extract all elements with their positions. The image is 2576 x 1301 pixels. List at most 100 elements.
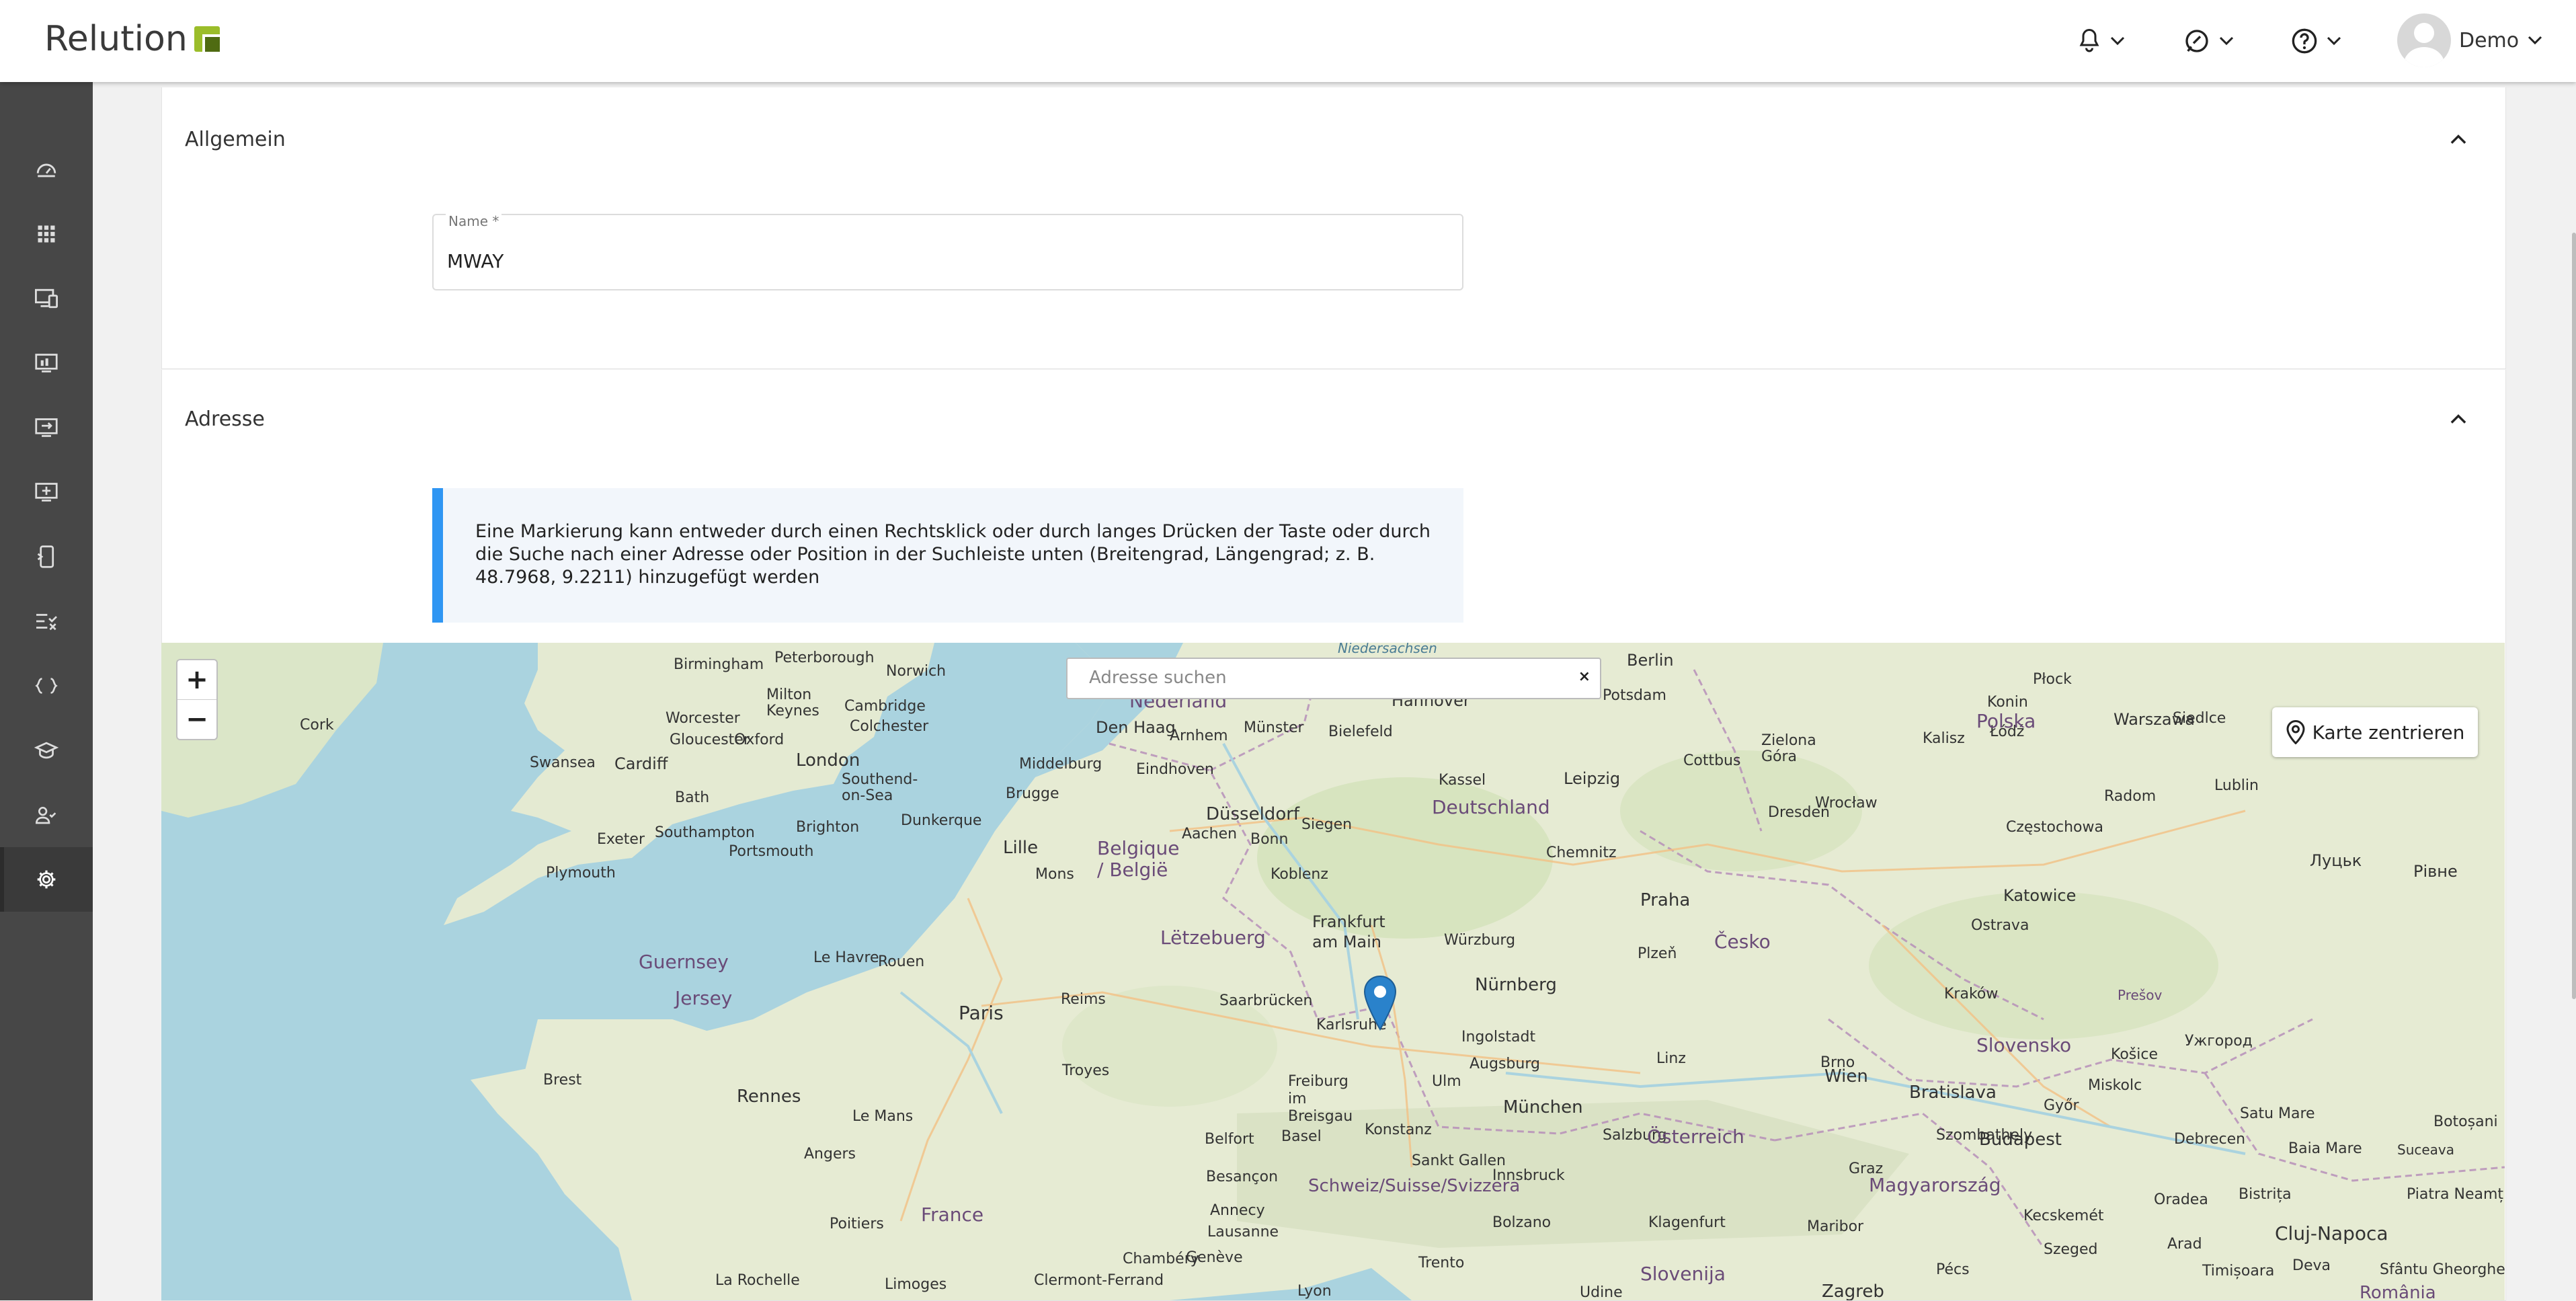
education-icon <box>34 742 58 759</box>
dashboard-icon <box>36 163 56 178</box>
map-city-label: Freiburg im Breisgau <box>1288 1073 1353 1125</box>
sidebar-item-compliance[interactable] <box>0 589 93 654</box>
zoom-in-button[interactable]: + <box>177 660 216 699</box>
map-city-label: Bath <box>675 789 710 806</box>
map-city-label: Wrocław <box>1815 795 1878 812</box>
messages-menu[interactable] <box>2183 23 2235 59</box>
map-city-label: Birmingham <box>674 656 764 673</box>
sidebar-item-enrollment[interactable] <box>0 395 93 460</box>
map-city-label: Plzeň <box>1638 945 1677 962</box>
address-search-input[interactable] <box>1088 667 1561 688</box>
map-city-label: Oxford <box>734 732 784 748</box>
map-city-label: Koblenz <box>1271 866 1328 883</box>
monitor-icon <box>35 354 58 372</box>
zoom-control: + − <box>176 659 218 740</box>
center-map-button[interactable]: Karte zentrieren <box>2272 707 2478 757</box>
map-city-label: Colchester <box>850 718 929 735</box>
map-city-label: Saarbrücken <box>1219 992 1313 1009</box>
sidebar-item-code[interactable] <box>0 654 93 718</box>
center-map-label: Karte zentrieren <box>2312 721 2465 744</box>
map-city-label: Eindhoven <box>1136 761 1214 778</box>
map-city-label: Radom <box>2104 788 2157 805</box>
add-device-icon <box>35 483 58 502</box>
map-city-label: Den Haag <box>1096 718 1176 737</box>
map-city-label: Swansea <box>530 754 596 771</box>
map-label: Niedersachsen <box>1338 643 1437 656</box>
map-city-label: Praha <box>1640 890 1691 910</box>
notifications-menu[interactable] <box>2077 23 2126 59</box>
name-field[interactable]: Name * MWAY <box>432 213 1463 290</box>
chevron-down-icon <box>2219 36 2234 46</box>
user-name: Demo <box>2459 28 2520 52</box>
users-icon <box>35 807 56 824</box>
map-city-label: Szombathely <box>1936 1127 2033 1144</box>
map-city-label: Zielona Góra <box>1761 732 1816 765</box>
map-city-label: Brighton <box>796 819 860 836</box>
bell-icon <box>2079 28 2099 52</box>
help-menu[interactable] <box>2291 23 2342 59</box>
map-city-label: Szeged <box>2044 1241 2098 1258</box>
map-city-label: Debrecen <box>2174 1131 2246 1148</box>
sidebar-item-dashboard[interactable] <box>0 137 93 202</box>
map-city-label: Bonn <box>1250 831 1289 848</box>
map[interactable]: Niedersachsen Birmingham Peterborough No… <box>161 643 2505 1300</box>
section-title-address: Adresse <box>185 407 265 431</box>
map-city-label: Győr <box>2044 1097 2079 1114</box>
map-country-label: Schweiz/Suisse/Svizzera <box>1308 1176 1521 1196</box>
app-logo[interactable]: Relution <box>44 19 220 59</box>
map-city-label: Lublin <box>2214 777 2259 794</box>
map-city-label: Satu Mare <box>2240 1105 2315 1122</box>
map-city-label: Katowice <box>2003 886 2077 905</box>
zoom-out-button[interactable]: − <box>177 699 216 739</box>
user-menu[interactable]: Demo <box>2397 13 2543 67</box>
map-city-label: Basel <box>1281 1128 1322 1145</box>
map-city-label: Dunkerque <box>901 812 982 829</box>
help-icon <box>2292 28 2317 54</box>
map-city-label: Timișoara <box>2202 1263 2275 1279</box>
map-city-label: Płock <box>2033 671 2072 688</box>
clear-search-button[interactable]: × <box>1578 668 1591 685</box>
sidebar-item-mobile[interactable] <box>0 524 93 589</box>
map-country-label: Slovensko <box>1976 1034 2072 1056</box>
map-city-label: Луцьк <box>2310 851 2362 870</box>
sidebar-item-add-device[interactable] <box>0 460 93 524</box>
map-city-label: Ulm <box>1432 1073 1461 1090</box>
map-city-label: Рівне <box>2413 862 2458 881</box>
map-country-label: Jersey <box>675 987 733 1009</box>
sidebar-item-settings[interactable] <box>0 847 93 912</box>
map-city-label: Botoșani <box>2433 1113 2498 1130</box>
map-city-label: Cardiff <box>614 754 668 773</box>
name-field-value[interactable]: MWAY <box>447 250 504 272</box>
map-city-label: Peterborough <box>774 649 875 666</box>
sidebar <box>0 82 93 1300</box>
section-title-general: Allgemein <box>185 128 286 151</box>
logo-text: Relution <box>44 19 188 59</box>
page-scrollbar[interactable] <box>2572 233 2576 999</box>
chevron-up-icon[interactable] <box>2449 413 2468 425</box>
avatar <box>2397 13 2451 67</box>
map-city-label: Cluj-Napoca <box>2275 1222 2388 1245</box>
map-city-label: Berlin <box>1627 651 1674 670</box>
map-city-label: Southend-on-Sea <box>842 771 918 804</box>
map-city-label: Nürnberg <box>1475 975 1557 995</box>
sidebar-item-education[interactable] <box>0 718 93 783</box>
map-city-label: Lausanne <box>1207 1224 1279 1240</box>
sidebar-item-apps[interactable] <box>0 202 93 266</box>
sidebar-item-monitor[interactable] <box>0 331 93 395</box>
map-city-label: Udine <box>1580 1284 1623 1300</box>
map-country-label: Slovenija <box>1640 1263 1726 1285</box>
location-marker-icon[interactable] <box>1363 975 1397 1031</box>
map-city-label: Potsdam <box>1603 687 1666 704</box>
map-city-label: Besançon <box>1206 1169 1279 1185</box>
map-country-label: Deutschland <box>1432 796 1550 818</box>
sidebar-item-devices[interactable] <box>0 266 93 331</box>
map-city-label: Southampton <box>655 824 755 841</box>
info-box: Eine Markierung kann entweder durch eine… <box>432 488 1463 623</box>
map-city-label: Brugge <box>1006 785 1059 802</box>
map-city-label: Częstochowa <box>2006 819 2103 836</box>
chevron-up-icon[interactable] <box>2449 133 2468 145</box>
devices-icon <box>35 288 58 309</box>
map-city-label: Ужгород <box>2185 1033 2253 1050</box>
sidebar-item-users[interactable] <box>0 783 93 847</box>
settings-icon <box>37 870 56 889</box>
